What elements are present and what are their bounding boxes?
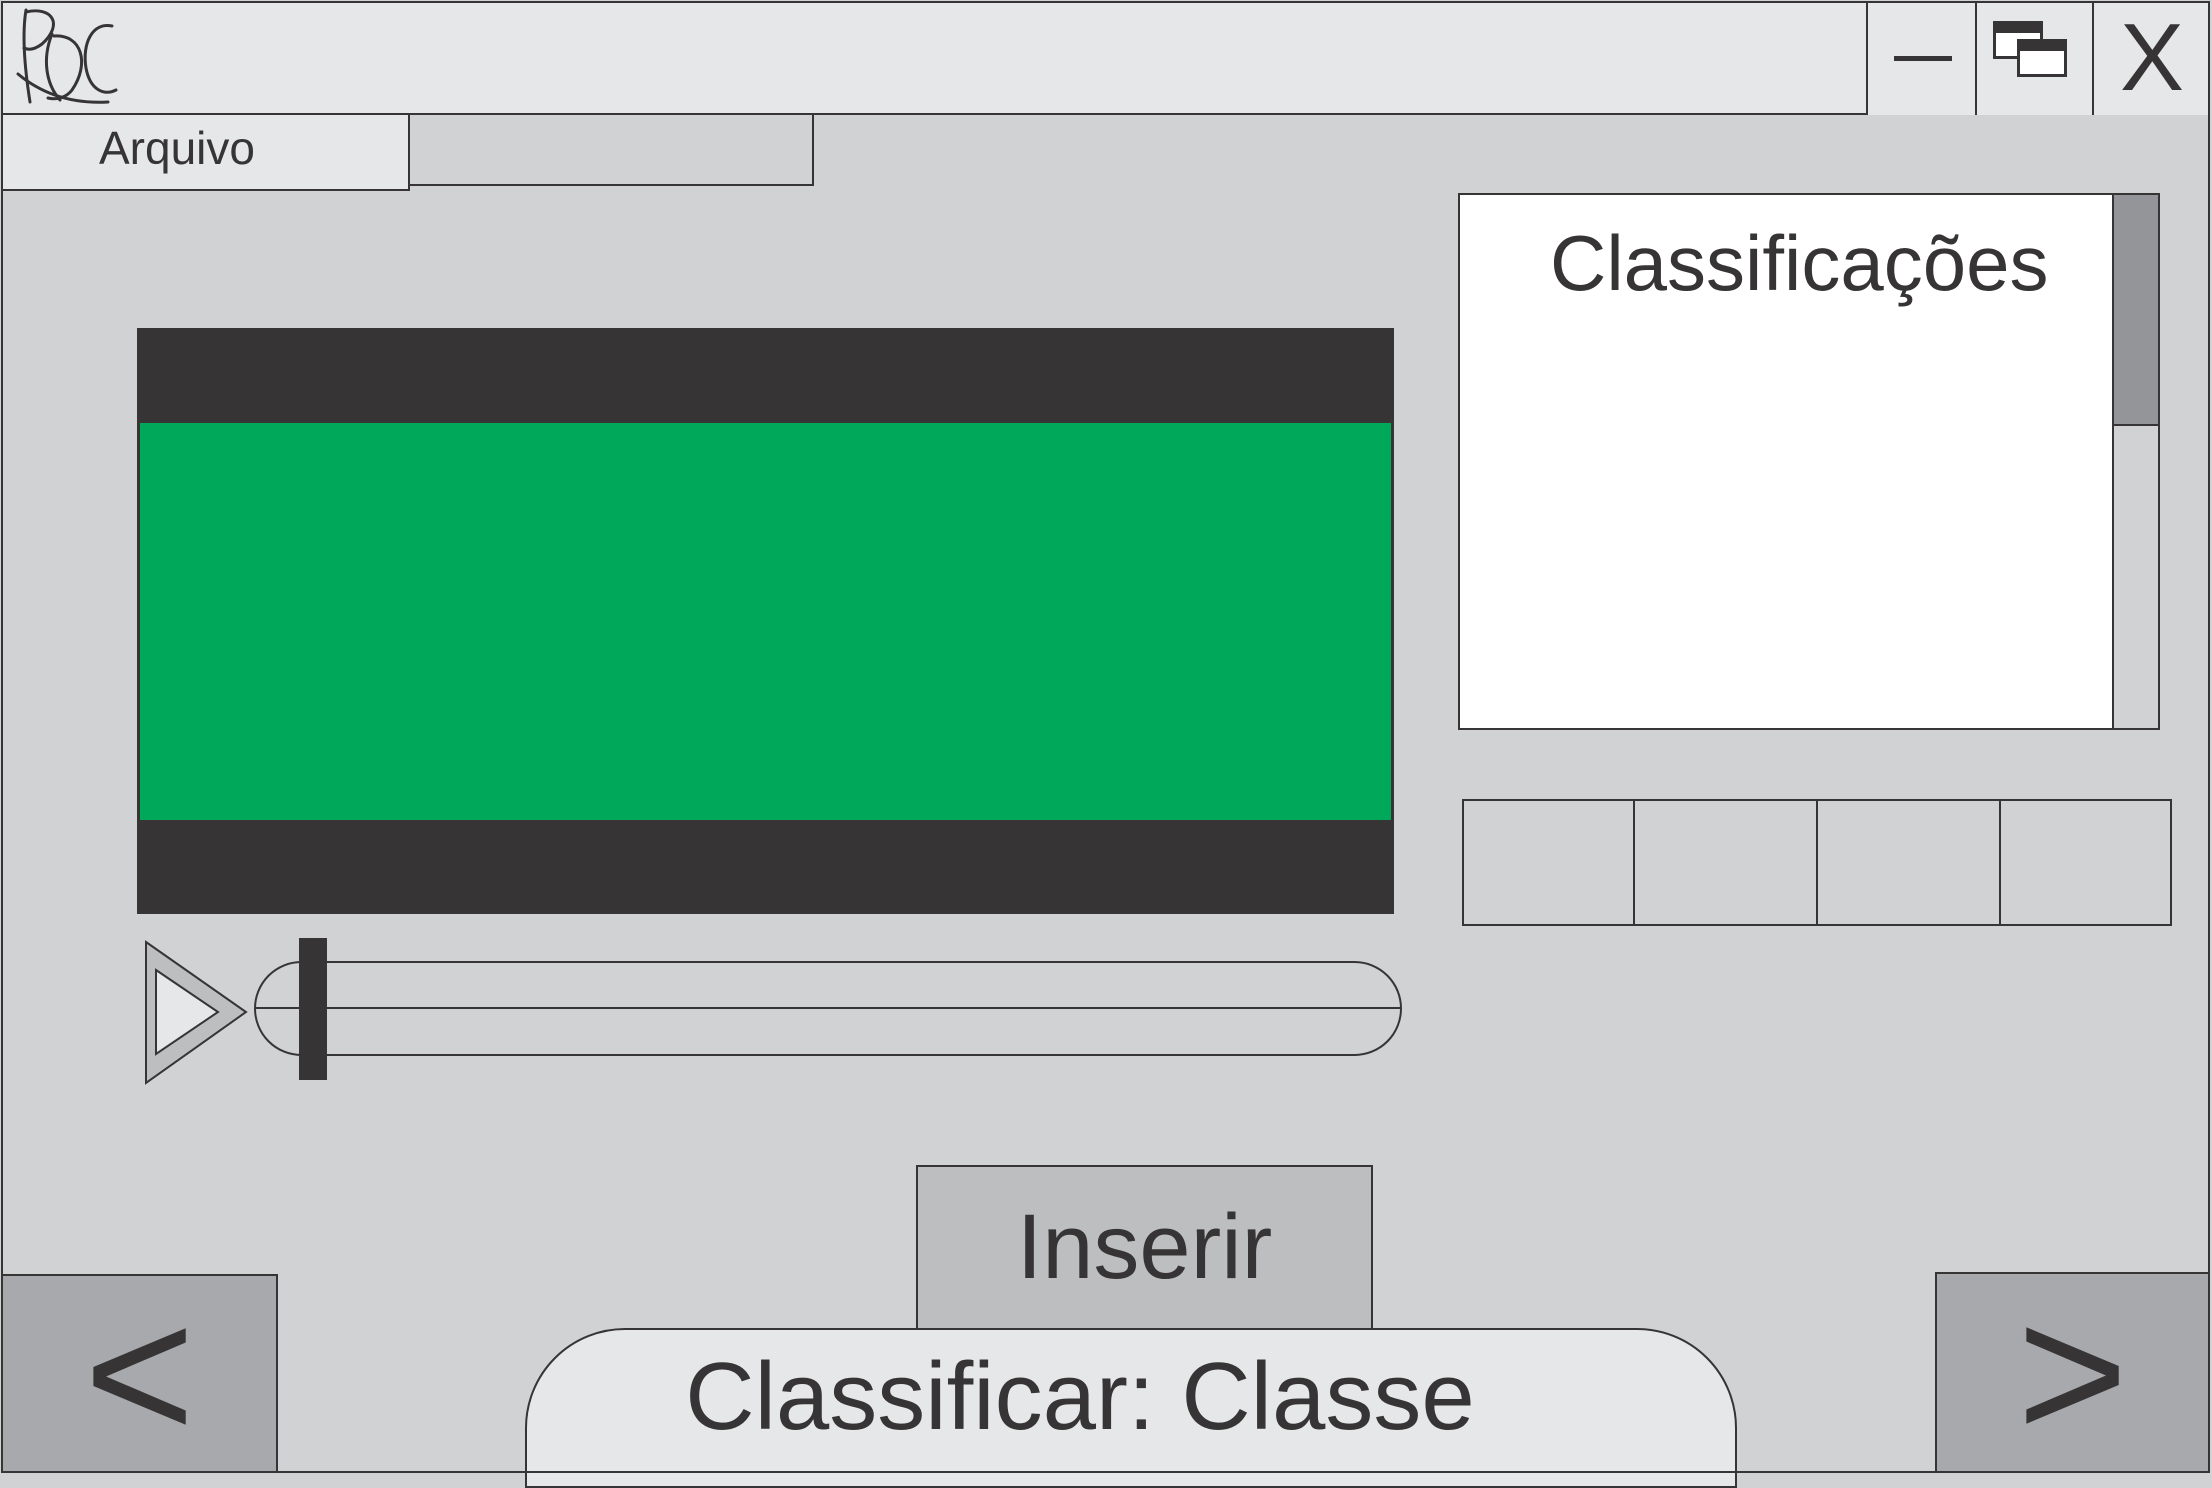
minimize-icon bbox=[1894, 56, 1952, 61]
next-button[interactable]: > bbox=[1935, 1272, 2210, 1473]
class-option-box[interactable] bbox=[1999, 799, 2172, 926]
chevron-right-icon: > bbox=[2017, 1266, 2128, 1479]
classify-label: Classificar: Classe bbox=[685, 1343, 1475, 1450]
menu-item-arquivo[interactable]: Arquivo bbox=[1, 113, 410, 191]
app-logo-icon bbox=[16, 8, 118, 104]
classifications-scrollbar-thumb[interactable] bbox=[2112, 193, 2160, 426]
insert-button[interactable]: Inserir bbox=[916, 1165, 1373, 1332]
close-button[interactable]: X bbox=[2092, 1, 2210, 115]
restore-button[interactable] bbox=[1975, 1, 2092, 115]
minimize-button[interactable] bbox=[1866, 1, 1976, 115]
play-button[interactable] bbox=[144, 940, 248, 1085]
chevron-left-icon: < bbox=[84, 1267, 195, 1480]
class-option-box[interactable] bbox=[1816, 799, 2001, 926]
class-option-box[interactable] bbox=[1633, 799, 1818, 926]
play-icon bbox=[145, 940, 248, 1085]
previous-button[interactable]: < bbox=[1, 1274, 278, 1473]
class-option-box[interactable] bbox=[1462, 799, 1635, 926]
classifications-title: Classificações bbox=[1550, 219, 2049, 307]
menu-item-empty[interactable] bbox=[408, 113, 814, 186]
seek-bar-midline bbox=[256, 1007, 1400, 1009]
restore-front-window-icon bbox=[2017, 39, 2067, 77]
seek-bar-handle[interactable] bbox=[298, 938, 327, 1080]
video-content[interactable] bbox=[140, 423, 1391, 820]
close-icon: X bbox=[2119, 4, 2185, 111]
